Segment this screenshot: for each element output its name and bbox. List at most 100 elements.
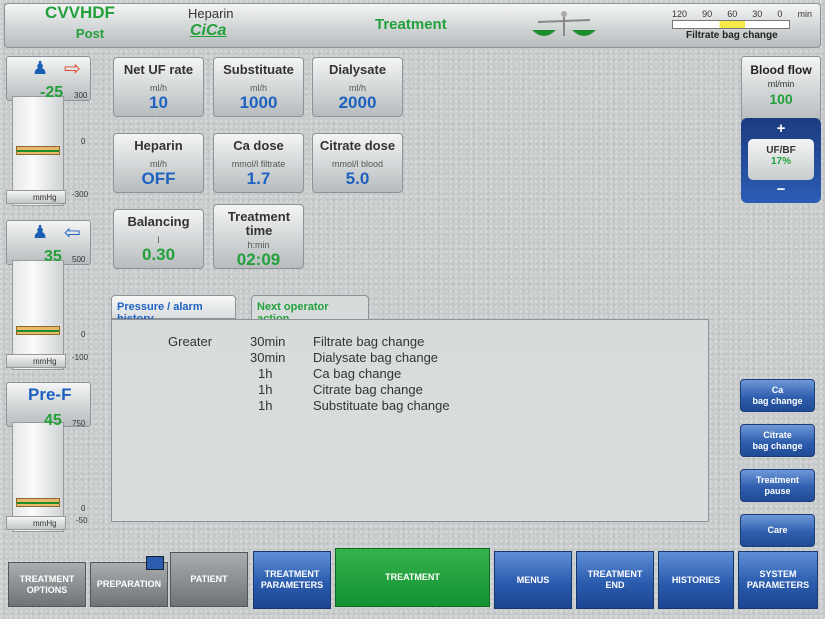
prefilter-pressure-value: 45 <box>44 412 62 429</box>
tile-unit: ml/h <box>149 159 167 169</box>
nav-treatment[interactable]: TREATMENT <box>335 548 490 607</box>
blood-flow-unit: ml/min <box>767 79 795 89</box>
tile-unit: ml/h <box>149 83 167 93</box>
gauge-tick: -100 <box>72 353 89 362</box>
cica-logo: CiCa <box>190 22 227 39</box>
tile-value: 5.0 <box>345 169 370 188</box>
nav-treatment-parameters[interactable]: TREATMENT PARAMETERS <box>253 551 331 609</box>
tile-label: Treatment time <box>227 209 291 238</box>
gauge-unit: mmHg <box>6 354 66 368</box>
monitor-icon <box>146 556 164 570</box>
tile-balancing[interactable]: Balancing l 0.30 <box>113 209 204 269</box>
bag-tick: 60 <box>727 9 738 19</box>
nav-menus[interactable]: MENUS <box>494 551 572 609</box>
gauge-unit: mmHg <box>6 516 66 530</box>
tab-next-operator-action[interactable]: Next operator action <box>251 295 369 325</box>
action-time: 1h <box>258 398 273 413</box>
arrow-in-icon: ⇦ <box>64 222 81 244</box>
person-icon: ♟ <box>32 58 49 78</box>
tile-label: Heparin <box>134 138 183 153</box>
gauge-tick: 750 <box>72 419 86 428</box>
tile-label: Balancing <box>127 214 190 229</box>
bag-timeline-bar <box>672 20 790 29</box>
gauge-tick: 500 <box>72 255 86 264</box>
tile-value: 1.7 <box>246 169 271 188</box>
care-button[interactable]: Care <box>740 514 815 547</box>
gauge-tick: 300 <box>74 91 88 100</box>
tile-label: Substituate <box>223 62 294 77</box>
pressure-marker <box>16 498 60 507</box>
tile-value: 02:09 <box>236 250 281 269</box>
tile-unit: mmol/l filtrate <box>231 159 286 169</box>
prefilter-pressure-gauge[interactable]: Pre-F 45 750 0 -50 mmHg <box>6 382 91 532</box>
nav-patient[interactable]: PATIENT <box>170 552 248 607</box>
gauge-tick: 0 <box>81 137 86 146</box>
tile-value: 2000 <box>338 93 377 112</box>
nav-treatment-end[interactable]: TREATMENT END <box>576 551 654 609</box>
arterial-pressure-value: -25 <box>40 84 64 101</box>
therapy-mode: CVVHDF <box>45 3 115 22</box>
uf-bf-ratio: UF/BF 17% <box>748 139 814 180</box>
prefilter-label: Pre-F <box>28 385 72 404</box>
tile-citrate-dose[interactable]: Citrate dose mmol/l blood 5.0 <box>312 133 403 193</box>
bag-tick: 0 <box>777 9 783 19</box>
tile-label: Dialysate <box>328 62 387 77</box>
gauge-tick: 0 <box>81 330 86 339</box>
treatment-pause-button[interactable]: Treatment pause <box>740 469 815 502</box>
tile-dialysate[interactable]: Dialysate ml/h 2000 <box>312 57 403 117</box>
tile-net-uf-rate[interactable]: Net UF rate ml/h 10 <box>113 57 204 117</box>
tile-label: Citrate dose <box>319 138 396 153</box>
tile-ca-dose[interactable]: Ca dose mmol/l filtrate 1.7 <box>213 133 304 193</box>
arrow-out-icon: ⇨ <box>64 58 81 80</box>
citrate-bag-change-button[interactable]: Citrate bag change <box>740 424 815 457</box>
blood-flow-label: Blood flow <box>750 63 812 77</box>
ca-bag-change-button[interactable]: Ca bag change <box>740 379 815 412</box>
tile-substituate[interactable]: Substituate ml/h 1000 <box>213 57 304 117</box>
nav-system-parameters[interactable]: SYSTEM PARAMETERS <box>738 551 818 609</box>
tile-unit: h:min <box>247 240 270 250</box>
tile-label: Ca dose <box>233 138 284 153</box>
gauge-unit: mmHg <box>6 190 66 204</box>
action-name: Citrate bag change <box>313 382 423 397</box>
bag-tick: min <box>797 9 812 19</box>
action-prefix: Greater <box>168 334 213 349</box>
tile-value: 0.30 <box>141 245 176 264</box>
tile-value: 10 <box>149 93 168 112</box>
uf-bf-value: 17% <box>770 156 791 167</box>
tile-heparin[interactable]: Heparin ml/h OFF <box>113 133 204 193</box>
gauge-tick: -50 <box>76 516 88 525</box>
nav-treatment-options[interactable]: TREATMENT OPTIONS <box>8 562 86 607</box>
blood-flow-minus-button[interactable]: − <box>757 182 805 198</box>
balance-scale-icon <box>532 11 596 36</box>
action-name: Substituate bag change <box>313 398 450 413</box>
tile-value: 1000 <box>239 93 278 112</box>
arterial-pressure-gauge[interactable]: ♟ ⇨ -25 300 0 -300 mmHg <box>6 56 91 206</box>
blood-flow-display: Blood flow ml/min 100 <box>741 56 821 122</box>
person-icon: ♟ <box>32 222 49 242</box>
pressure-marker <box>16 146 60 155</box>
blood-flow-value: 100 <box>769 91 793 107</box>
next-action-panel: Greater 30min Filtrate bag change 30min … <box>111 319 709 522</box>
tile-unit: l <box>157 235 160 245</box>
anticoagulation-label: Heparin <box>188 6 234 21</box>
venous-pressure-value: 35 <box>44 248 62 265</box>
blood-flow-plus-button[interactable]: + <box>757 121 805 137</box>
action-time: 1h <box>258 366 273 381</box>
venous-pressure-gauge[interactable]: ♟ ⇦ 35 500 0 -100 mmHg <box>6 220 91 370</box>
screen-title: Treatment <box>375 16 447 33</box>
tile-unit: mmol/l blood <box>331 159 384 169</box>
tab-pressure-alarm-history[interactable]: Pressure / alarm history <box>111 295 236 325</box>
uf-bf-label: UF/BF <box>766 145 796 156</box>
bag-timeline-label: Filtrate bag change <box>686 30 778 41</box>
tile-unit: ml/h <box>249 83 267 93</box>
tile-treatment-time[interactable]: Treatment time h:min 02:09 <box>213 204 304 269</box>
action-name: Dialysate bag change <box>313 350 439 365</box>
pressure-marker <box>16 326 60 335</box>
tile-unit: ml/h <box>348 83 366 93</box>
nav-histories[interactable]: HISTORIES <box>658 551 734 609</box>
tile-value: OFF <box>141 169 176 188</box>
action-time: 30min <box>250 334 286 349</box>
gauge-tick: -300 <box>72 190 89 199</box>
action-name: Ca bag change <box>313 366 402 381</box>
tile-label: Net UF rate <box>123 62 194 77</box>
